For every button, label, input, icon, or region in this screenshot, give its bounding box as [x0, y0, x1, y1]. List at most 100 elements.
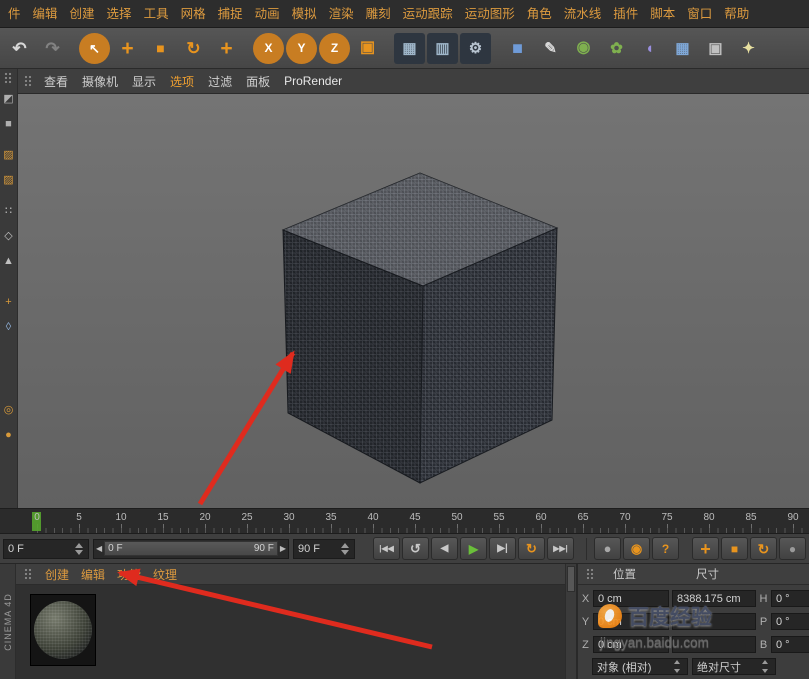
- preview-range-slider[interactable]: ◀ 0 F 90 F ▶: [93, 538, 289, 559]
- material-menu-item[interactable]: 功能: [111, 566, 147, 583]
- next-frame-button[interactable]: ▶|: [489, 537, 516, 560]
- current-frame-spinner[interactable]: 0 F: [3, 538, 89, 559]
- timeline-ruler[interactable]: 0 5 10 15 20 25 30 35 40 45 50 55 60 65 …: [0, 508, 809, 534]
- menu-item[interactable]: 创建: [64, 0, 101, 27]
- material-menu-item[interactable]: 创建: [39, 566, 75, 583]
- menu-item[interactable]: 动画: [249, 0, 286, 27]
- record-rotation-toggle[interactable]: ↻: [750, 537, 777, 560]
- menu-item[interactable]: 流水线: [558, 0, 608, 27]
- polygon-mode-icon[interactable]: ▲: [1, 254, 16, 269]
- scale-tool[interactable]: ■: [145, 33, 176, 64]
- workplane-icon[interactable]: ◊: [1, 320, 16, 335]
- rotation-field[interactable]: 0 °: [771, 636, 809, 653]
- record-parameter-toggle[interactable]: ●: [779, 537, 806, 560]
- play-backward-button[interactable]: ↺: [402, 537, 429, 560]
- size-field[interactable]: 8388.175 cm: [672, 590, 756, 607]
- undo-icon[interactable]: ↶: [4, 33, 35, 64]
- record-keyframe-button[interactable]: ●: [594, 537, 621, 560]
- play-forward-button[interactable]: ▶: [460, 537, 487, 560]
- snap-icon[interactable]: ◎: [1, 403, 16, 418]
- size-mode-dropdown[interactable]: 绝对尺寸: [692, 658, 776, 675]
- loop-playback-button[interactable]: ↻: [518, 537, 545, 560]
- texture-mode-icon[interactable]: ▨: [1, 148, 16, 163]
- menu-item[interactable]: 模拟: [286, 0, 323, 27]
- coordinate-system-icon[interactable]: ▣: [352, 33, 383, 64]
- deformer-icon[interactable]: ◖: [634, 33, 665, 64]
- menu-item[interactable]: 运动图形: [459, 0, 521, 27]
- viewport-menu-item[interactable]: 过滤: [201, 73, 239, 90]
- coordinates-panel-grip[interactable]: [586, 567, 595, 581]
- range-left-arrow-icon[interactable]: ◀: [94, 544, 104, 553]
- position-field[interactable]: 0 cm: [593, 590, 669, 607]
- menu-item[interactable]: 运动跟踪: [397, 0, 459, 27]
- menu-item[interactable]: 件: [2, 0, 27, 27]
- goto-start-button[interactable]: |◀◀: [373, 537, 400, 560]
- spinner-arrows-icon[interactable]: [75, 542, 84, 556]
- record-scale-toggle[interactable]: ■: [721, 537, 748, 560]
- menu-item[interactable]: 编辑: [27, 0, 64, 27]
- menu-item[interactable]: 渲染: [323, 0, 360, 27]
- edge-mode-icon[interactable]: ◇: [1, 229, 16, 244]
- preview-range-thumb[interactable]: 0 F 90 F: [104, 541, 278, 556]
- coordinate-mode-dropdown[interactable]: 对象 (相对): [592, 658, 688, 675]
- rotate-tool[interactable]: ↻: [178, 33, 209, 64]
- render-picture-viewer-icon[interactable]: ▥: [427, 32, 458, 64]
- cube-object[interactable]: [18, 94, 809, 508]
- mograph-icon[interactable]: ✿: [601, 33, 632, 64]
- model-mode-icon[interactable]: ■: [1, 117, 16, 132]
- render-view-icon[interactable]: ▦: [394, 32, 425, 64]
- rotation-field[interactable]: 0 °: [771, 613, 809, 630]
- menu-item[interactable]: 工具: [138, 0, 175, 27]
- viewport-3d[interactable]: [18, 94, 809, 508]
- previous-frame-button[interactable]: ◀: [431, 537, 458, 560]
- menu-item[interactable]: 捕捉: [212, 0, 249, 27]
- material-thumbnail[interactable]: [30, 594, 96, 666]
- convert-to-editable-icon[interactable]: ◩: [1, 92, 16, 107]
- menu-item[interactable]: 窗口: [681, 0, 718, 27]
- material-menu-item[interactable]: 编辑: [75, 566, 111, 583]
- viewport-menu-item[interactable]: ProRender: [277, 74, 349, 88]
- lock-y-axis-button[interactable]: Y: [286, 32, 317, 64]
- menu-item[interactable]: 帮助: [718, 0, 755, 27]
- material-scrollbar[interactable]: [565, 564, 576, 679]
- keyframe-selection-button[interactable]: ?: [652, 537, 679, 560]
- menu-item[interactable]: 选择: [101, 0, 138, 27]
- material-panel-grip[interactable]: [24, 567, 33, 581]
- menu-item[interactable]: 脚本: [644, 0, 681, 27]
- position-field[interactable]: 0 cm: [593, 636, 669, 653]
- autokey-button[interactable]: ◉: [623, 537, 650, 560]
- redo-icon[interactable]: ↷: [37, 33, 68, 64]
- spline-pen-icon[interactable]: ✎: [535, 33, 566, 64]
- menu-item[interactable]: 雕刻: [360, 0, 397, 27]
- axis-mode-icon[interactable]: +: [1, 295, 16, 310]
- position-field[interactable]: 0 cm: [593, 613, 669, 630]
- material-list[interactable]: [16, 585, 576, 679]
- lock-workplane-icon[interactable]: ●: [1, 428, 16, 443]
- light-icon[interactable]: ✦: [733, 33, 764, 64]
- edit-render-settings-icon[interactable]: ⚙: [460, 32, 491, 64]
- menu-item[interactable]: 网格: [175, 0, 212, 27]
- goto-end-button[interactable]: ▶▶|: [547, 537, 574, 560]
- camera-icon[interactable]: ▣: [700, 33, 731, 64]
- viewport-menu-item[interactable]: 查看: [37, 73, 75, 90]
- material-scrollbar-thumb[interactable]: [567, 566, 575, 592]
- range-right-arrow-icon[interactable]: ▶: [278, 544, 288, 553]
- point-mode-icon[interactable]: ∷: [1, 204, 16, 219]
- spinner-arrows-icon[interactable]: [341, 542, 350, 556]
- end-frame-spinner[interactable]: 90 F: [293, 538, 355, 559]
- texture-axis-mode-icon[interactable]: ▨: [1, 173, 16, 188]
- viewport-menu-item[interactable]: 面板: [239, 73, 277, 90]
- last-used-tool[interactable]: +: [211, 33, 242, 64]
- menu-item[interactable]: 角色: [521, 0, 558, 27]
- subdivision-surface-icon[interactable]: ◉: [568, 33, 599, 64]
- rotation-field[interactable]: 0 °: [771, 590, 809, 607]
- menu-item[interactable]: 插件: [607, 0, 644, 27]
- floor-icon[interactable]: ▦: [667, 33, 698, 64]
- material-menu-item[interactable]: 纹理: [147, 566, 183, 583]
- palette-grip[interactable]: [4, 72, 13, 85]
- viewport-menu-item[interactable]: 显示: [125, 73, 163, 90]
- lock-z-axis-button[interactable]: Z: [319, 32, 350, 64]
- record-position-toggle[interactable]: +: [692, 537, 719, 560]
- move-tool[interactable]: +: [112, 33, 143, 64]
- lock-x-axis-button[interactable]: X: [253, 32, 284, 64]
